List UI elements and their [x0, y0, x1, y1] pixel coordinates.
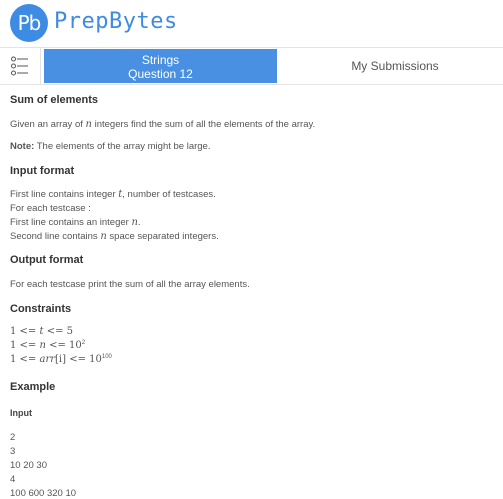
problem-note: Note: The elements of the array might be… — [10, 141, 211, 152]
sample-input-line: 10 20 30 — [10, 460, 47, 471]
sample-input-line: 3 — [10, 446, 16, 457]
menu-button[interactable] — [0, 48, 41, 84]
sample-input-line: 2 — [10, 432, 16, 443]
example-heading: Example — [10, 381, 56, 393]
tab-question-category: Strings — [141, 53, 180, 67]
constraint-line: 1 <= t <= 5 — [10, 326, 73, 337]
tab-question-number: Question 12 — [128, 67, 193, 81]
tab-my-submissions[interactable]: My Submissions — [290, 48, 500, 84]
sample-input-line: 100 600 320 10 — [10, 488, 77, 499]
input-format-line: For each testcase : — [10, 203, 91, 214]
constraint-line: 1 <= arr[i] <= 10100 — [10, 354, 112, 366]
brand-name[interactable]: PrepBytes — [54, 9, 178, 34]
tab-question[interactable]: Strings Question 12 — [44, 49, 277, 83]
input-format-line: First line contains an integer n. — [10, 217, 141, 228]
tab-bar: Strings Question 12 My Submissions — [0, 47, 503, 85]
app-header: Pb PrepBytes — [0, 0, 503, 46]
output-format-heading: Output format — [10, 254, 84, 266]
input-format-line: First line contains integer t, number of… — [10, 189, 216, 200]
problem-statement: Given an array of n integers find the su… — [10, 119, 316, 130]
constraint-line: 1 <= n <= 102 — [10, 340, 86, 352]
problem-title: Sum of elements — [10, 94, 99, 106]
output-format-text: For each testcase print the sum of all t… — [10, 279, 250, 290]
constraints-heading: Constraints — [10, 303, 72, 315]
sample-input-line: 4 — [10, 474, 16, 485]
prepbytes-logo[interactable]: Pb — [10, 4, 48, 42]
input-format-line: Second line contains n space separated i… — [10, 231, 219, 242]
sample-input-label: Input — [10, 408, 32, 418]
list-icon — [11, 56, 28, 76]
input-format-heading: Input format — [10, 165, 75, 177]
